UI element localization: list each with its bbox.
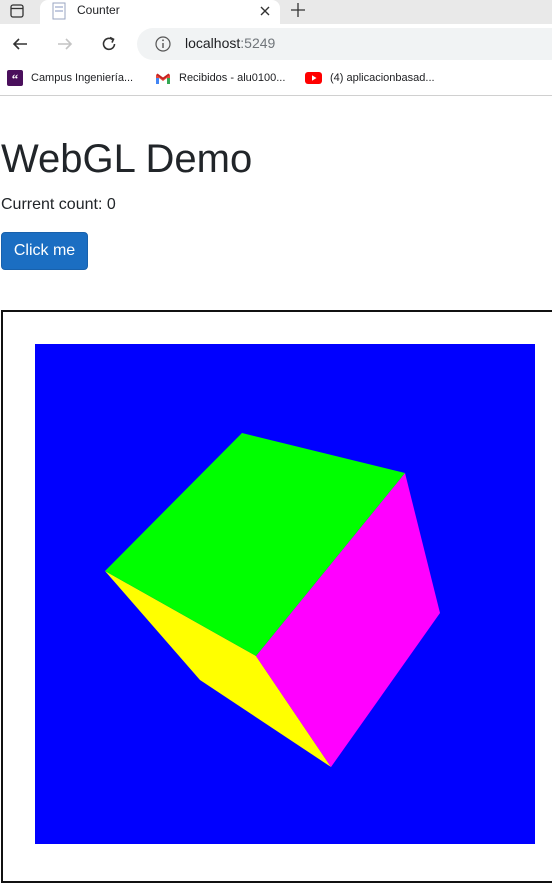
browser-tabstrip: Counter [0,0,552,24]
page-title: WebGL Demo [1,137,253,181]
close-tab-icon[interactable] [256,2,274,20]
webgl-canvas[interactable] [35,344,535,844]
bookmark-label: Campus Ingeniería... [31,72,134,84]
browser-toolbar: localhost:5249 [0,24,552,64]
campus-quote-icon: “ [7,70,23,86]
tab-actions-icon[interactable] [8,2,26,20]
tab-title: Counter [77,3,120,17]
address-port: :5249 [240,35,276,51]
bookmark-label: Recibidos - alu0100... [179,72,286,84]
youtube-icon [305,72,322,84]
back-arrow-icon[interactable] [8,32,32,56]
bookmark-campus[interactable]: “ Campus Ingeniería... [7,68,133,88]
address-bar[interactable]: localhost:5249 [137,28,552,60]
page-favicon-icon [51,2,67,25]
address-host: localhost [185,35,241,51]
bookmark-youtube[interactable]: (4) aplicacionbasad... [305,68,435,88]
bookmark-gmail[interactable]: Recibidos - alu0100... [155,68,285,88]
bookmark-label: (4) aplicacionbasad... [330,72,435,84]
address-url: localhost:5249 [185,35,275,51]
current-count: Current count: 0 [1,196,116,213]
browser-tab[interactable]: Counter [40,0,280,24]
bookmarks-bar: “ Campus Ingeniería... Recibidos - alu01… [0,64,552,96]
reload-icon[interactable] [97,32,121,56]
forward-arrow-icon[interactable] [53,32,77,56]
click-me-button[interactable]: Click me [1,232,88,270]
site-info-icon[interactable] [154,35,172,58]
svg-text:“: “ [12,71,19,86]
gmail-icon [155,72,171,85]
new-tab-icon[interactable] [288,0,308,20]
